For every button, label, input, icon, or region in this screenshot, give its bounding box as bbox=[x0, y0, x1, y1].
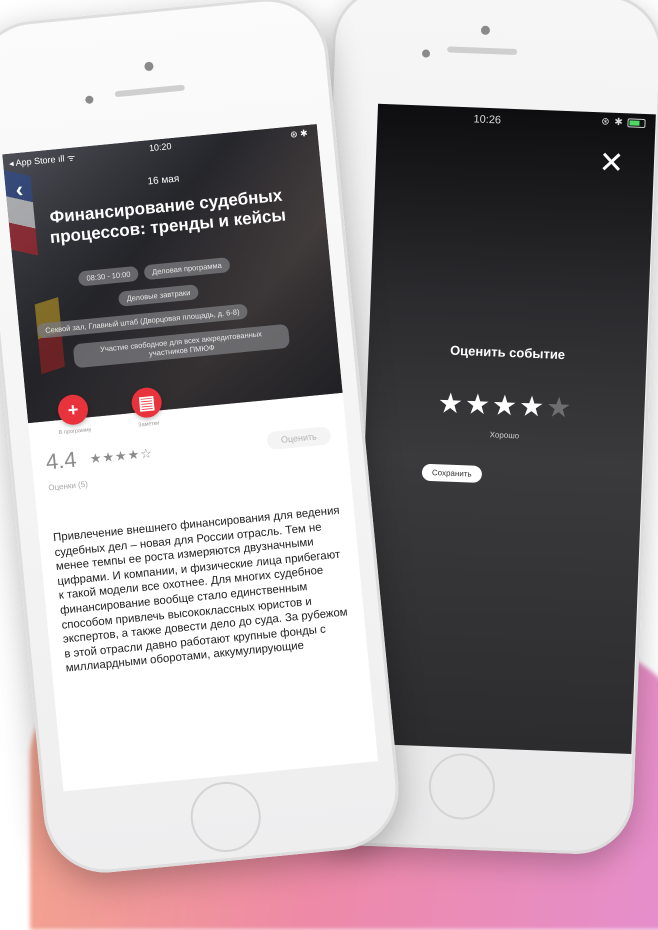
event-screen: ◂ App Store ıll ᯤ 10:20 ⊛ ✱ ‹ 16 мая Фин… bbox=[2, 124, 379, 792]
action-label: Заметки bbox=[138, 420, 160, 429]
notes-icon[interactable]: ▤ bbox=[130, 386, 164, 419]
rating-value: 4.4 bbox=[44, 446, 78, 475]
star-icon[interactable]: ★ bbox=[491, 389, 519, 421]
home-button[interactable] bbox=[427, 752, 497, 821]
camera-icon bbox=[480, 25, 491, 35]
rate-event-title: Оценить событие bbox=[449, 342, 566, 363]
speaker-grille bbox=[447, 46, 518, 56]
camera-icon bbox=[144, 61, 154, 72]
rating-stars-icon: ★★★★☆ bbox=[89, 445, 154, 467]
event-description: Привлечение внешнего финансирования для … bbox=[52, 504, 349, 675]
event-hero: ◂ App Store ıll ᯤ 10:20 ⊛ ✱ ‹ 16 мая Фин… bbox=[2, 124, 343, 424]
status-bar: ◂ App Store ıll ᯤ 10:20 ⊛ ✱ bbox=[2, 124, 318, 170]
action-label: В программу bbox=[58, 427, 92, 437]
status-icons-text: ⊛ ✱ bbox=[600, 116, 624, 129]
star-icon[interactable]: ★ bbox=[519, 390, 547, 422]
rating-word: Хорошо bbox=[489, 430, 520, 441]
rate-button[interactable]: Оценить bbox=[266, 426, 332, 451]
notes-action[interactable]: ▤ Заметки bbox=[115, 385, 179, 431]
battery-icon bbox=[627, 118, 646, 128]
event-category-chip: Деловая программа bbox=[143, 257, 231, 281]
add-to-program-action[interactable]: + В программу bbox=[42, 392, 106, 438]
star-icon[interactable]: ★ bbox=[464, 388, 492, 420]
event-format-chip: Деловые завтраки bbox=[117, 284, 199, 307]
speaker-grille bbox=[114, 84, 185, 98]
status-time: 10:20 bbox=[148, 141, 172, 154]
status-time: 10:26 bbox=[473, 113, 502, 127]
save-button[interactable]: Сохранить bbox=[421, 463, 482, 483]
rating-screen: 10:26 ⊛ ✱ ✕ Оценить событие ★★★★★ Хорошо… bbox=[353, 103, 656, 754]
sensor-icon bbox=[85, 95, 94, 105]
close-button[interactable]: ✕ bbox=[598, 146, 624, 180]
star-icon[interactable]: ★ bbox=[546, 391, 574, 423]
reviews-count-link[interactable]: Оценки (5) bbox=[48, 480, 88, 493]
star-icon[interactable]: ★ bbox=[437, 387, 465, 419]
event-time-chip: 08:30 - 10:00 bbox=[77, 265, 140, 287]
home-button[interactable] bbox=[187, 778, 264, 856]
sensor-icon bbox=[421, 49, 431, 58]
status-icons: ⊛ ✱ bbox=[601, 116, 646, 129]
star-rating-input[interactable]: ★★★★★ bbox=[366, 384, 645, 428]
plus-icon[interactable]: + bbox=[56, 393, 90, 427]
status-icons: ⊛ ✱ bbox=[289, 127, 309, 140]
